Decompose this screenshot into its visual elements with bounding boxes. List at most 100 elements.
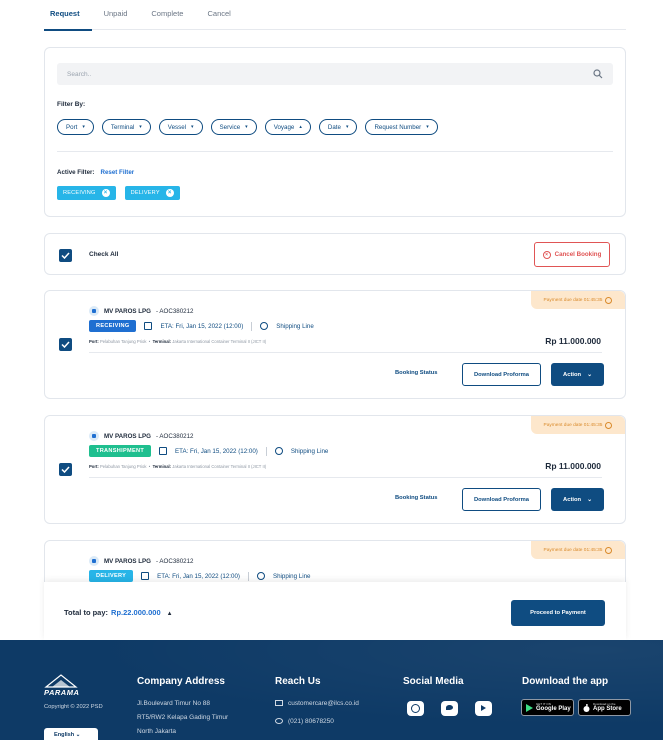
- due-text: Payment due date 01:45:35: [543, 422, 603, 428]
- chip-label: Port: [66, 123, 78, 131]
- divider: [57, 151, 613, 152]
- total-row: Total to pay: Rp.22.000.000 ▲: [64, 608, 173, 617]
- eta-text: ETA: Fri, Jan 15, 2022 (12:00): [160, 322, 244, 330]
- shipping-line: Shipping Line: [290, 447, 329, 455]
- vessel-name: MV PAROS LPG: [104, 432, 151, 440]
- payment-due-badge: Payment due date 01:45:35: [531, 541, 625, 559]
- youtube-icon[interactable]: [475, 701, 492, 716]
- download-proforma-button[interactable]: Download Proforma: [462, 488, 541, 511]
- tab-cancel[interactable]: Cancel: [195, 0, 242, 30]
- phone-text: (021) 80678250: [288, 718, 334, 725]
- calendar-icon: [141, 572, 150, 580]
- company-address-title: Company Address: [137, 676, 225, 687]
- cancel-booking-label: Cancel Booking: [554, 251, 602, 258]
- booking-status-link[interactable]: Booking Status: [395, 370, 438, 376]
- action-button[interactable]: Action ⌄: [551, 488, 604, 511]
- action-label: Action: [563, 371, 582, 378]
- google-play-button[interactable]: GET IT ON Google Play: [521, 699, 574, 716]
- separator: [247, 571, 249, 581]
- active-filter-label: Active Filter:: [57, 169, 95, 176]
- active-tag-delivery: DELIVERY ×: [124, 186, 180, 200]
- apple-icon: [583, 703, 590, 712]
- check-all-checkbox[interactable]: [59, 249, 72, 262]
- tag-label: DELIVERY: [130, 190, 160, 196]
- eta-text: ETA: Fri, Jan 15, 2022 (12:00): [175, 447, 258, 455]
- people-icon: [260, 322, 269, 330]
- tag-label: RECEIVING: [63, 190, 96, 196]
- booking-code: - AOC380212: [155, 432, 194, 440]
- action-button[interactable]: Action ⌄: [551, 363, 604, 386]
- twitter-icon[interactable]: [441, 701, 458, 716]
- people-icon: [256, 572, 265, 580]
- filter-chip-vessel[interactable]: Vessel ▾: [158, 119, 203, 135]
- cancel-booking-button[interactable]: × Cancel Booking: [534, 242, 610, 267]
- booking-status-link[interactable]: Booking Status: [395, 495, 438, 501]
- booking-checkbox[interactable]: [59, 463, 72, 476]
- meta-row: DELIVERY ETA: Fri, Jan 15, 2022 (12:00) …: [89, 570, 310, 582]
- close-icon[interactable]: ×: [101, 189, 110, 197]
- meta-row: RECEIVING ETA: Fri, Jan 15, 2022 (12:00)…: [89, 320, 314, 332]
- terminal-label: Terminal:: [152, 339, 172, 344]
- booking-code: - AOC380212: [155, 307, 194, 315]
- search-input[interactable]: [57, 63, 613, 85]
- port-label: Port:: [89, 339, 99, 344]
- meta-row: TRANSHIPMENT ETA: Fri, Jan 15, 2022 (12:…: [89, 445, 328, 457]
- tab-unpaid[interactable]: Unpaid: [92, 0, 140, 30]
- language-value: English ⌄: [54, 732, 81, 738]
- filter-chip-port[interactable]: Port ▾: [57, 119, 94, 135]
- port-row: Port: Pelabuhan Tanjung Priok • Terminal…: [89, 464, 267, 469]
- email-link[interactable]: customercare@ilcs.co.id: [275, 700, 359, 707]
- chip-label: Voyage: [273, 123, 295, 131]
- chip-label: Service: [219, 123, 241, 131]
- vessel-row: MV PAROS LPG - AOC380212: [89, 556, 193, 566]
- close-icon[interactable]: ×: [165, 189, 174, 197]
- filter-chip-service[interactable]: Service ▾: [210, 119, 257, 135]
- ship-icon: [89, 556, 99, 566]
- social-media-title: Social Media: [403, 676, 464, 687]
- address-line: North Jakarta: [137, 728, 177, 735]
- download-proforma-button[interactable]: Download Proforma: [462, 363, 541, 386]
- active-tag-receiving: RECEIVING ×: [57, 186, 116, 200]
- check-icon: [61, 466, 70, 473]
- port-value: Pelabuhan Tanjung Priok: [99, 339, 147, 344]
- phone-link[interactable]: (021) 80678250: [275, 718, 334, 725]
- chevron-down-icon: ▾: [139, 124, 142, 130]
- reset-filter-link[interactable]: Reset Filter: [100, 169, 134, 176]
- ship-icon: [89, 431, 99, 441]
- status-tabs: Request Unpaid Complete Cancel: [44, 0, 626, 31]
- status-badge: DELIVERY: [89, 570, 134, 582]
- chevron-down-icon: ▾: [191, 124, 194, 130]
- filter-chip-request-number[interactable]: Request Number ▾: [365, 119, 438, 135]
- ship-icon: [89, 306, 99, 316]
- port-row: Port: Pelabuhan Tanjung Priok • Terminal…: [89, 339, 267, 344]
- instagram-icon[interactable]: [407, 701, 424, 716]
- social-links: [407, 701, 492, 716]
- check-all-label: Check All: [89, 251, 119, 258]
- language-label: English: [54, 732, 75, 738]
- search-icon[interactable]: [593, 69, 603, 79]
- app-store-button[interactable]: Download on the App Store: [578, 699, 631, 716]
- total-label: Total to pay:: [64, 608, 109, 617]
- address-line: Jl.Boulevard Timur No 88: [137, 700, 210, 707]
- tab-request[interactable]: Request: [44, 0, 92, 31]
- filter-chip-date[interactable]: Date ▾: [318, 119, 358, 135]
- language-select[interactable]: English ⌄: [44, 728, 98, 740]
- filter-chip-voyage[interactable]: Voyage ▴: [264, 119, 311, 135]
- download-app-title: Download the app: [522, 676, 609, 687]
- eta-text: ETA: Fri, Jan 15, 2022 (12:00): [157, 572, 240, 580]
- proceed-to-payment-button[interactable]: Proceed to Payment: [511, 600, 605, 626]
- chevron-up-icon: ▴: [299, 124, 302, 130]
- tab-complete[interactable]: Complete: [139, 0, 195, 30]
- status-badge: RECEIVING: [89, 320, 137, 332]
- filter-chip-terminal[interactable]: Terminal ▾: [101, 119, 151, 135]
- booking-card: Payment due date 01:45:35 MV PAROS LPG -…: [44, 290, 626, 399]
- chevron-up-icon[interactable]: ▲: [167, 611, 173, 617]
- filter-panel: Filter By: Port ▾ Terminal ▾ Vessel ▾ Servi…: [44, 47, 626, 217]
- reach-us-title: Reach Us: [275, 676, 321, 687]
- footer: PARAMA Copyright © 2022 PSD English ⌄ Co…: [0, 640, 663, 740]
- clock-icon: [605, 546, 613, 554]
- total-pay-bar: Total to pay: Rp.22.000.000 ▲ Proceed to P…: [44, 582, 626, 640]
- booking-checkbox[interactable]: [59, 338, 72, 351]
- check-icon: [61, 252, 70, 259]
- port-value: Pelabuhan Tanjung Priok: [99, 464, 147, 469]
